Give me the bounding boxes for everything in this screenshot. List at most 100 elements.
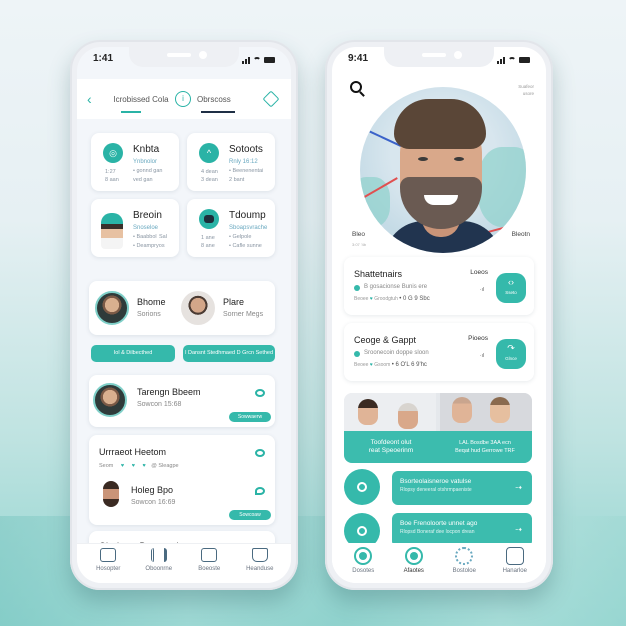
nav-item-network[interactable]: Bostoloe (442, 547, 486, 583)
avatar (103, 481, 119, 507)
gallery-image (440, 393, 532, 433)
contact-card[interactable]: Tarengn Bbeem Sowcon 15:68 Sowwaerw (89, 375, 275, 427)
action-banner[interactable]: Boe Frenoloorte unnet ago Rlopsd Boneraf… (392, 513, 532, 547)
status-time: 9:41 (348, 53, 369, 64)
arrow-icon: ⇢ (515, 525, 522, 534)
card-meta: 8 aan (105, 177, 119, 183)
card-label: Loeos (470, 269, 488, 276)
hero-label-left: Bleo (352, 231, 366, 238)
meta-text: @ Sleagpe (151, 463, 179, 469)
nav-item-edit[interactable]: Hanarloe (493, 547, 537, 583)
card-line: ved gan (133, 177, 153, 183)
info-card[interactable]: Shattetnairs Loeos B gosacionse Bunis er… (344, 257, 534, 315)
redo-button[interactable]: ↷ Glnce (496, 339, 526, 369)
tab-primary[interactable]: Icrobissed Cola (107, 95, 175, 113)
chat-icon[interactable] (255, 389, 265, 397)
heart-icon: ♥ (120, 463, 125, 469)
search-icon[interactable] (350, 81, 362, 93)
nav-item-clipboard[interactable]: Heanduse (238, 548, 282, 583)
home-icon (100, 548, 117, 562)
chevron-left-icon[interactable]: ‹ (87, 91, 107, 107)
location-icon[interactable] (255, 487, 265, 495)
section-title: Urrraeot Heetom (99, 447, 167, 457)
nav-label: Bostoloe (452, 568, 476, 574)
nav-label: Afaotes (403, 568, 424, 574)
nav-label: Boeoste (198, 566, 221, 572)
grid-card[interactable]: Tdoump Sboapsvrache • Gelpole • Cafle su… (187, 199, 275, 257)
nav-item-record[interactable]: Afaotes (392, 547, 436, 583)
hero-label-right: Bleotn (511, 231, 530, 238)
gallery-caption: Toofdeont olut reat Speoerinm (368, 439, 414, 454)
edit-box-icon (505, 547, 524, 565)
status-pill[interactable]: Sowwaerw (229, 412, 271, 422)
info-icon[interactable]: i (175, 91, 191, 107)
action-button[interactable]: Iol & Dilbecthed (91, 345, 175, 362)
nav-label: Oboonrne (145, 566, 173, 572)
person-role: Sorions (137, 311, 161, 318)
card-title: Ceoge & Gappt (354, 335, 417, 345)
label-line: Suafeor (518, 84, 534, 89)
hero-sublabel: 3:07 '4b (352, 242, 367, 247)
card-meta: Beoee ♥ Gsoom • 6 O'L 6 9'hc (354, 362, 427, 368)
contact-sub: Sowcon 15:68 (137, 401, 182, 408)
phone-right: 9:41 Suafeor usore Bleo 3:07 '4b Bleotn (325, 40, 553, 590)
contact-group-card: Urrraeot Heetom Seom ♥ ♥ ♥ @ Sleagpe Hol… (89, 435, 275, 525)
nav-item-target[interactable]: Dosotes (341, 547, 385, 583)
card-meta: 4 dean (201, 169, 218, 175)
grid-card[interactable]: ^ Sotoots Rnly 16:12 • Beenenentai 2 ban… (187, 133, 275, 191)
sync-icon: ‹› (508, 277, 514, 287)
left-screen: 1:41 ‹ Icrobissed Cola i Obrscoss ◎ Knbt… (77, 47, 291, 583)
battery-icon (264, 57, 275, 63)
gallery-caption: LAL Bosdbe 3AA ecn Beqat hud Gerrowe TRF (455, 440, 515, 454)
card-meta: Beoee ♥ Groodgtuh • 0 G 9 Sbc (354, 296, 430, 302)
info-card[interactable]: Ceoge & Gappt Pioeos Sroonecoin doppe sl… (344, 323, 534, 381)
heart-icon: ♥ (142, 463, 146, 469)
signal-icon (242, 56, 250, 64)
people-card: Bhome Sorions Plare Sorner Megs (89, 281, 275, 335)
heart-icon: ♥ (369, 362, 373, 368)
card-line: • gonnd gan (133, 168, 163, 174)
nav-item-chart[interactable]: Oboonrne (137, 548, 181, 583)
status-dot (354, 285, 360, 291)
card-subtitle: Sboapsvrache (229, 225, 268, 231)
header: ‹ Icrobissed Cola i Obrscoss (77, 79, 291, 119)
record-button[interactable] (344, 469, 380, 505)
card-line: B gosacionse Bunis ere (364, 284, 428, 290)
nav-item-home[interactable]: Hosopter (86, 548, 130, 583)
chart-icon (150, 548, 167, 562)
avatar[interactable] (181, 291, 215, 325)
card-subtitle: Snoseloe (133, 225, 159, 231)
contact-name: Tarengn Bbeem (137, 387, 201, 397)
bottom-nav: Hosopter Oboonrne Boeoste Heanduse (77, 543, 291, 583)
banner-title: Bsorteolaisneroe vatulse (400, 478, 472, 485)
profile-photo (360, 87, 526, 253)
action-button[interactable]: I Dansnt Stedhmaed D Grcn Sethed (183, 345, 275, 362)
nav-item-card[interactable]: Boeoste (187, 548, 231, 583)
chat-icon[interactable] (255, 449, 265, 457)
tab-secondary[interactable]: Obrscoss (197, 95, 265, 113)
clipboard-icon (251, 548, 268, 562)
card-line: Sroonecoin doppe sloon (364, 350, 429, 356)
grid-card[interactable]: ◎ Knbta Ynbnolor • gonnd gan ved gan 1:2… (91, 133, 179, 191)
status-pill[interactable]: Sowcoaw (229, 510, 271, 520)
card-icon (201, 548, 218, 562)
sync-button[interactable]: ‹› Sseto (496, 273, 526, 303)
card-title: Knbta (133, 144, 160, 155)
people-gallery[interactable]: Toofdeont olut reat Speoerinm LAL Bosdbe… (344, 393, 532, 463)
card-meta: 1:27 (105, 169, 116, 175)
tag-icon[interactable] (262, 90, 280, 108)
label-line: usore (522, 91, 534, 96)
action-banner[interactable]: Bsorteolaisneroe vatulse Rlopsy deneeral… (392, 471, 532, 505)
section-meta: Seom ♥ ♥ ♥ @ Sleagpe (99, 463, 179, 469)
avatar[interactable] (95, 291, 129, 325)
card-title: Shattetnairs (354, 269, 403, 279)
right-screen: 9:41 Suafeor usore Bleo 3:07 '4b Bleotn (332, 47, 546, 583)
nav-label: Dosotes (352, 568, 375, 574)
card-subtitle: Ynbnolor (133, 159, 158, 165)
person-name: Plare (223, 297, 245, 307)
grid-card[interactable]: Breoin Snoseloe • Baabbol • Deampryos Sa… (91, 199, 179, 257)
card-meta: 3 dean (201, 177, 218, 183)
contact-sub: Sowcon 16:69 (131, 499, 176, 506)
camera-icon (199, 209, 219, 229)
redo-icon: ↷ (507, 343, 515, 353)
